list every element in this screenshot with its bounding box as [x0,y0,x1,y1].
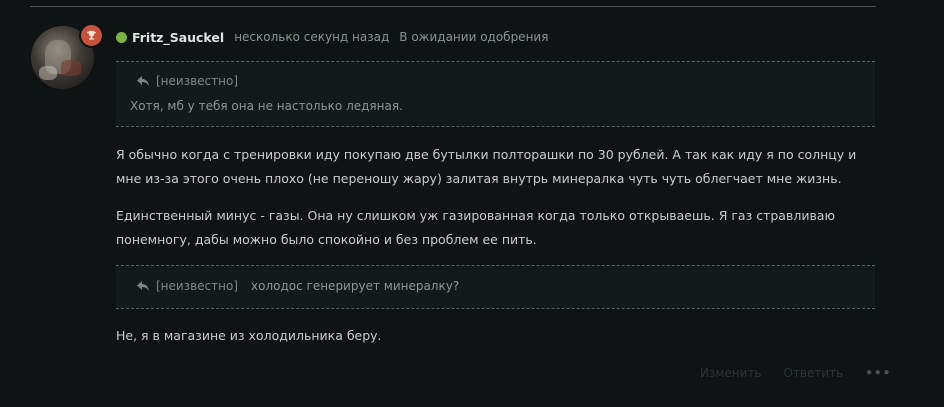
quote-block: [неизвестно] холодос генерирует минералк… [116,265,875,309]
avatar-highlight [39,66,57,80]
quote-text: холодос генерирует минералку? [251,279,460,293]
post-paragraph: Не, я в магазине из холодильника беру. [116,328,382,343]
online-status-icon [116,31,127,43]
quote-header: [неизвестно] холодос генерирует минералк… [136,279,459,293]
more-options-icon[interactable]: ••• [865,366,891,380]
top-divider [30,6,876,7]
author-name[interactable]: Fritz_Sauckel [132,30,224,45]
post-meta: Fritz_Sauckel несколько секунд назад В о… [116,28,548,46]
quote-block: [неизвестно] Хотя, мб у тебя она не наст… [116,61,875,127]
trophy-icon [79,23,104,48]
moderation-status: В ожидании одобрения [399,30,549,44]
quote-author[interactable]: [неизвестно] [156,279,238,293]
post-paragraph: Я обычно когда с тренировки иду покупаю … [116,147,857,186]
post-actions: Изменить Ответить ••• [700,366,891,380]
trophy-glyph [86,30,97,40]
avatar-detail [61,60,81,76]
edit-link[interactable]: Изменить [700,366,762,380]
reply-arrow-icon [136,74,150,88]
reply-arrow-icon [136,279,150,293]
reply-link[interactable]: Ответить [784,366,844,380]
post-paragraph: Единственный минус - газы. Она ну слишко… [116,208,835,247]
quote-author[interactable]: [неизвестно] [156,74,238,88]
post-time[interactable]: несколько секунд назад [234,30,389,44]
quote-header: [неизвестно] [136,74,238,88]
quote-text: Хотя, мб у тебя она не настолько ледяная… [130,99,403,113]
